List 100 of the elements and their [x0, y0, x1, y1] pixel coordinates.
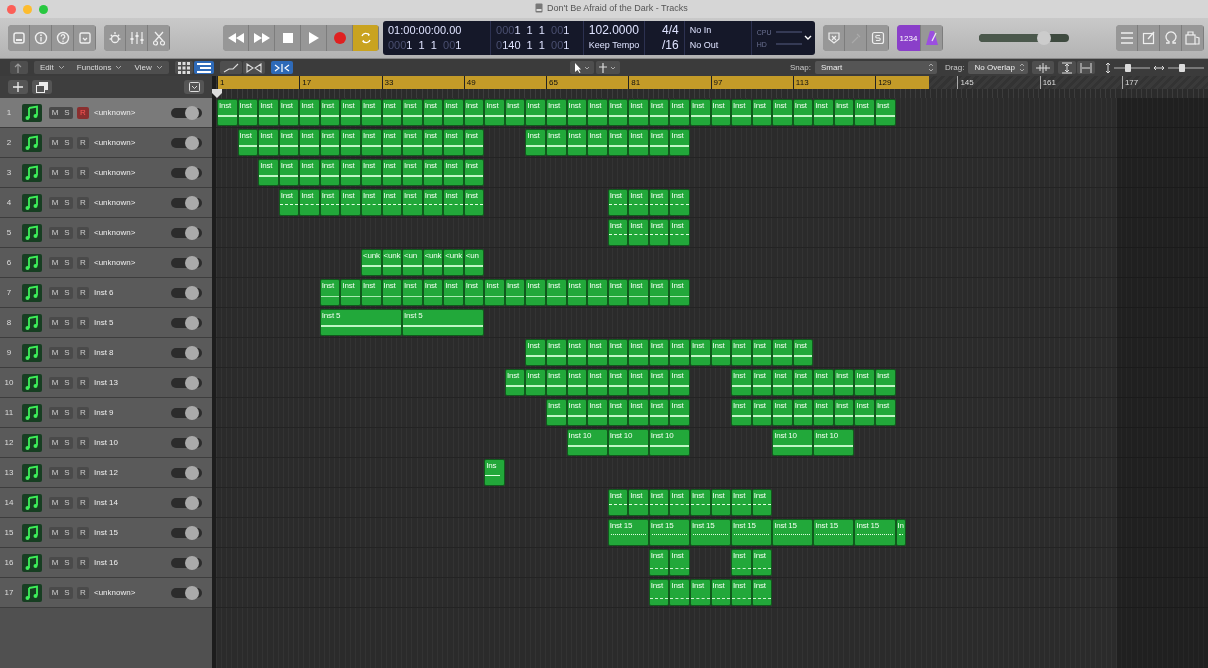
- stop-button[interactable]: [275, 25, 301, 51]
- midi-region[interactable]: Inst 15: [689, 519, 732, 546]
- midi-region[interactable]: Inst: [669, 189, 690, 216]
- track-header[interactable]: 10 M S R Inst 13: [0, 368, 212, 398]
- midi-region[interactable]: Inst: [278, 189, 300, 216]
- track-header[interactable]: 15 M S R Inst 15: [0, 518, 212, 548]
- note-pad-button[interactable]: [1138, 25, 1160, 51]
- midi-region[interactable]: Inst: [587, 339, 608, 366]
- midi-region[interactable]: Inst: [854, 399, 875, 426]
- midi-region[interactable]: Inst: [833, 99, 855, 126]
- back-button[interactable]: [10, 61, 28, 74]
- midi-region[interactable]: Inst: [381, 279, 403, 306]
- record-enable-button[interactable]: R: [77, 556, 89, 569]
- midi-region[interactable]: Inst: [463, 189, 485, 216]
- midi-region[interactable]: Inst: [751, 579, 773, 606]
- midi-region[interactable]: Inst: [525, 129, 546, 156]
- midi-region[interactable]: Inst: [772, 339, 793, 366]
- midi-region[interactable]: Inst: [299, 159, 320, 186]
- add-track-button[interactable]: [8, 80, 28, 94]
- midi-region[interactable]: Inst: [319, 129, 341, 156]
- solo-button[interactable]: S: [61, 196, 73, 209]
- midi-region[interactable]: Inst: [319, 189, 341, 216]
- midi-region[interactable]: Inst: [772, 99, 793, 126]
- midi-region[interactable]: Inst 10: [648, 429, 690, 456]
- midi-region[interactable]: Inst: [278, 99, 300, 126]
- midi-region[interactable]: Inst: [402, 279, 423, 306]
- midi-region[interactable]: Inst: [422, 129, 444, 156]
- midi-region[interactable]: Inst: [422, 279, 444, 306]
- midi-region[interactable]: Inst: [463, 129, 485, 156]
- midi-region[interactable]: Inst 10: [566, 429, 608, 456]
- midi-region[interactable]: Inst: [751, 369, 773, 396]
- midi-region[interactable]: Inst: [278, 129, 300, 156]
- midi-region[interactable]: Inst: [504, 369, 526, 396]
- midi-region[interactable]: Inst: [607, 279, 629, 306]
- slider-thumb[interactable]: [1125, 63, 1132, 72]
- waveform-zoom-button[interactable]: [1031, 61, 1054, 74]
- menu-dropdown[interactable]: Edit: [34, 61, 71, 74]
- track-on-switch[interactable]: [171, 587, 202, 598]
- record-enable-button[interactable]: R: [77, 376, 89, 389]
- track-header[interactable]: 16 M S R Inst 16: [0, 548, 212, 578]
- solo-button[interactable]: S: [61, 136, 73, 149]
- caret-icon[interactable]: [804, 35, 812, 41]
- midi-region[interactable]: Inst: [504, 279, 526, 306]
- record-enable-button[interactable]: R: [77, 106, 89, 119]
- midi-region[interactable]: Inst: [319, 99, 341, 126]
- record-enable-button[interactable]: R: [77, 286, 89, 299]
- midi-region[interactable]: Inst: [360, 129, 382, 156]
- mute-button[interactable]: M: [49, 556, 61, 569]
- help-button[interactable]: [52, 25, 74, 51]
- track-on-switch[interactable]: [171, 107, 202, 118]
- midi-region[interactable]: Inst 10: [813, 429, 855, 456]
- midi-region[interactable]: Inst 15: [772, 519, 814, 546]
- cycle-region[interactable]: [217, 76, 929, 89]
- midi-region[interactable]: Inst: [546, 279, 567, 306]
- mute-button[interactable]: M: [49, 376, 61, 389]
- midi-region[interactable]: Inst: [319, 159, 341, 186]
- pencil-tool-dropdown[interactable]: [596, 61, 620, 74]
- midi-region[interactable]: <un: [402, 249, 423, 276]
- midi-region[interactable]: Inst: [607, 129, 629, 156]
- vertical-fit-button[interactable]: [1057, 61, 1076, 74]
- midi-region[interactable]: Inst: [792, 399, 814, 426]
- mute-button[interactable]: M: [49, 316, 61, 329]
- mute-button[interactable]: M: [49, 526, 61, 539]
- mute-button[interactable]: M: [49, 436, 61, 449]
- midi-region[interactable]: Inst: [628, 99, 649, 126]
- midi-region[interactable]: Inst: [217, 99, 238, 126]
- midi-region[interactable]: Inst: [258, 159, 279, 186]
- bar-ruler[interactable]: 1 17 33 49 65 81 97 113 129 145 161 177: [216, 76, 1208, 89]
- midi-region[interactable]: Inst: [648, 399, 670, 426]
- midi-region[interactable]: Inst: [710, 339, 732, 366]
- midi-region[interactable]: Inst: [607, 219, 629, 246]
- record-enable-button[interactable]: R: [77, 496, 89, 509]
- midi-region[interactable]: Inst: [360, 159, 382, 186]
- mute-button[interactable]: M: [49, 496, 61, 509]
- midi-region[interactable]: Inst 10: [607, 429, 649, 456]
- mute-button[interactable]: M: [49, 406, 61, 419]
- midi-region[interactable]: Inst: [237, 99, 259, 126]
- midi-region[interactable]: Inst: [340, 189, 361, 216]
- loop-browser-button[interactable]: [1160, 25, 1182, 51]
- record-enable-button[interactable]: R: [77, 466, 89, 479]
- midi-region[interactable]: Inst: [587, 279, 608, 306]
- midi-region[interactable]: Inst: [833, 399, 855, 426]
- track-on-switch[interactable]: [171, 377, 202, 388]
- midi-region[interactable]: Inst: [484, 279, 505, 306]
- midi-region[interactable]: Inst: [360, 99, 382, 126]
- midi-region[interactable]: Inst: [525, 339, 546, 366]
- mute-button[interactable]: M: [49, 196, 61, 209]
- midi-region[interactable]: Inst: [648, 129, 670, 156]
- midi-region[interactable]: Inst: [772, 369, 793, 396]
- track-header[interactable]: 17 M S R <unknown>: [0, 578, 212, 608]
- menu-dropdown[interactable]: Functions: [70, 61, 129, 74]
- midi-region[interactable]: Inst: [854, 369, 875, 396]
- midi-region[interactable]: Inst: [340, 129, 361, 156]
- info-button[interactable]: [30, 25, 52, 51]
- mute-button[interactable]: M: [49, 256, 61, 269]
- midi-region[interactable]: Inst: [731, 399, 752, 426]
- playhead-icon[interactable]: [212, 89, 222, 98]
- midi-region[interactable]: Inst 15: [648, 519, 690, 546]
- master-volume-slider[interactable]: [979, 34, 1069, 42]
- midi-region[interactable]: Inst: [299, 129, 320, 156]
